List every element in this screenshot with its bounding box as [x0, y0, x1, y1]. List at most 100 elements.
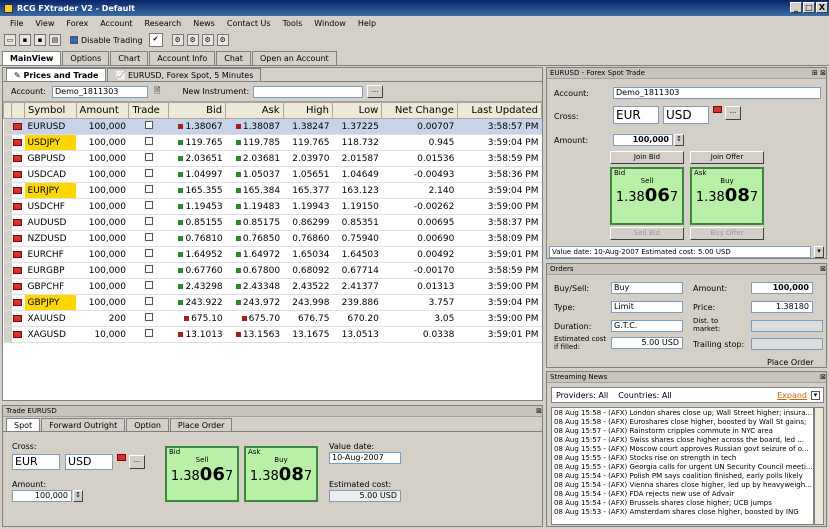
account-doc-icon[interactable]: 🗎 — [154, 85, 160, 99]
table-row[interactable]: GBPJPY 100,000 243.922 243.972 243.998 239.88… — [3, 294, 542, 311]
table-row[interactable]: USDCAD 100,000 1.04997 1.05037 1.05651 1.0464… — [3, 166, 542, 183]
news-item[interactable]: 08 Aug 15:54 - (AFX) Brussels shares clo… — [552, 498, 813, 507]
symbol-cell[interactable]: EURUSD — [24, 118, 77, 135]
trade-checkbox[interactable] — [144, 313, 153, 321]
join-offer-button[interactable]: Join Offer — [690, 151, 764, 164]
trade-browse-button[interactable]: ... — [129, 455, 145, 469]
place-order-button[interactable]: Place Order — [767, 358, 814, 367]
menu-view[interactable]: View — [29, 19, 60, 28]
amount-cell[interactable]: 100,000 — [76, 230, 129, 247]
expand-link[interactable]: Expand — [777, 391, 807, 400]
symbol-cell[interactable]: XAUUSD — [24, 310, 77, 327]
account-select[interactable]: Demo_1811303 — [52, 85, 148, 98]
trade-checkbox[interactable] — [128, 310, 169, 327]
trade-checkbox[interactable] — [128, 150, 169, 167]
amount-cell[interactable]: 100,000 — [76, 246, 129, 263]
gear-icon[interactable]: ⚙ — [171, 34, 184, 46]
close-icon[interactable]: ⊠ — [820, 372, 826, 382]
amount-cell[interactable]: 100,000 — [76, 214, 129, 231]
trade-checkbox[interactable] — [144, 329, 153, 337]
tab-chart[interactable]: Chart — [110, 51, 149, 65]
news-item[interactable]: 08 Aug 15:54 - (AFX) FDA rejects new use… — [552, 489, 813, 498]
settings-alt-icon[interactable]: ⚙ — [216, 34, 229, 46]
pin-close-icon[interactable]: ⊞ ⊠ — [812, 68, 826, 78]
trade-checkbox[interactable] — [144, 265, 153, 273]
col-trade[interactable]: Trade — [128, 102, 169, 119]
trade-checkbox[interactable] — [128, 134, 169, 151]
close-icon[interactable]: ⊠ — [536, 406, 542, 416]
table-row[interactable]: XAGUSD 10,000 13.1013 13.1563 13.1675 13.0513… — [3, 326, 542, 343]
menu-file[interactable]: File — [4, 19, 29, 28]
buysell-select[interactable]: Buy — [611, 282, 683, 294]
amount-cell[interactable]: 100,000 — [76, 278, 129, 295]
trade-sell-button[interactable]: Bid Sell 1.38067 — [165, 446, 239, 502]
order-amount-input[interactable]: 100,000 — [751, 282, 813, 294]
symbol-cell[interactable]: NZDUSD — [24, 230, 77, 247]
tab-place-order[interactable]: Place Order — [169, 418, 233, 431]
trade-checkbox[interactable] — [144, 297, 153, 305]
spot-account-select[interactable]: Demo_1811303 — [613, 87, 821, 99]
spot-amount-input[interactable]: 100,000 — [613, 134, 673, 146]
trade-checkbox[interactable] — [128, 214, 169, 231]
countries-filter[interactable]: Countries: All — [618, 391, 672, 400]
col-high[interactable]: High — [282, 102, 333, 119]
tab-mainview[interactable]: MainView — [2, 51, 62, 65]
symbol-cell[interactable]: USDCAD — [24, 166, 77, 183]
trade-checkbox[interactable] — [144, 249, 153, 257]
trade-checkbox[interactable] — [144, 281, 153, 289]
table-row[interactable]: EURJPY 100,000 165.355 165.384 165.377 163.12… — [3, 182, 542, 199]
spot-browse-button[interactable]: ... — [725, 106, 741, 120]
symbol-cell[interactable]: USDJPY — [24, 134, 77, 151]
symbol-cell[interactable]: XAGUSD — [24, 326, 77, 343]
trade-checkbox[interactable] — [144, 121, 153, 129]
table-row[interactable]: GBPUSD 100,000 2.03651 2.03681 2.03970 2.0158… — [3, 150, 542, 167]
table-row[interactable]: NZDUSD 100,000 0.76810 0.76850 0.76860 0.7594… — [3, 230, 542, 247]
menu-contact-us[interactable]: Contact Us — [221, 19, 277, 28]
amount-cell[interactable]: 10,000 — [76, 326, 129, 343]
col-bid[interactable]: Bid — [167, 102, 227, 119]
trade-buy-button[interactable]: Ask Buy 1.38087 — [244, 446, 318, 502]
symbol-cell[interactable]: USDCHF — [24, 198, 77, 215]
spot-sell-button[interactable]: Bid Sell 1.38067 — [610, 167, 684, 225]
menu-account[interactable]: Account — [94, 19, 138, 28]
amount-cell[interactable]: 200 — [76, 310, 129, 327]
amount-cell[interactable]: 100,000 — [76, 182, 129, 199]
dist-input[interactable] — [751, 320, 823, 332]
tab-options[interactable]: Options — [62, 51, 110, 65]
news-item[interactable]: 08 Aug 15:57 - (AFX) Swiss shares close … — [552, 435, 813, 444]
table-row[interactable]: USDCHF 100,000 1.19453 1.19483 1.19943 1.1915… — [3, 198, 542, 215]
menu-help[interactable]: Help — [352, 19, 382, 28]
maximize-button[interactable]: □ — [803, 2, 815, 13]
symbol-cell[interactable]: GBPUSD — [24, 150, 77, 167]
news-scrollbar[interactable] — [814, 407, 824, 525]
table-row[interactable]: USDJPY 100,000 119.765 119.785 119.765 118.73… — [3, 134, 542, 151]
trade-checkbox[interactable] — [144, 153, 153, 161]
close-icon[interactable]: ⊠ — [820, 264, 826, 274]
trade-amount-input[interactable]: 100,000 — [12, 490, 72, 502]
minimize-button[interactable]: _ — [790, 2, 802, 13]
trade-checkbox[interactable] — [128, 246, 169, 263]
menu-window[interactable]: Window — [308, 19, 352, 28]
trade-checkbox[interactable] — [128, 230, 169, 247]
tab-account-info[interactable]: Account Info — [149, 51, 216, 65]
value-date-input[interactable]: 10-Aug-2007 — [329, 452, 401, 464]
trade-checkbox[interactable] — [144, 201, 153, 209]
amount-cell[interactable]: 100,000 — [76, 166, 129, 183]
tab-eurusd-chart[interactable]: 📈 EURUSD, Forex Spot, 5 Minutes — [107, 68, 262, 81]
trade-ccy1-select[interactable]: EUR — [12, 454, 60, 470]
gear-alt-icon[interactable]: ⚙ — [186, 34, 199, 46]
table-row[interactable]: EURCHF 100,000 1.64952 1.64972 1.65034 1.6450… — [3, 246, 542, 263]
save-icon[interactable]: ▪ — [19, 34, 31, 46]
news-item[interactable]: 08 Aug 15:54 - (AFX) Vienna shares close… — [552, 480, 813, 489]
price-input[interactable]: 1.38180 — [751, 301, 813, 313]
news-item[interactable]: 08 Aug 15:57 - (AFX) Rainstorm cripples … — [552, 426, 813, 435]
trade-checkbox[interactable] — [128, 294, 169, 311]
table-row[interactable]: XAUUSD 200 675.10 675.70 676.75 670.20 3.05 3:5… — [3, 310, 542, 327]
trade-amount-stepper[interactable]: ↕ — [73, 490, 83, 502]
settings-icon[interactable]: ⚙ — [201, 34, 214, 46]
col-low[interactable]: Low — [331, 102, 383, 119]
sell-bid-button[interactable]: Sell Bid — [610, 227, 684, 240]
trade-checkbox[interactable] — [128, 278, 169, 295]
news-item[interactable]: 08 Aug 15:55 - (AFX) Moscow court approv… — [552, 444, 813, 453]
amount-cell[interactable]: 100,000 — [76, 118, 129, 135]
